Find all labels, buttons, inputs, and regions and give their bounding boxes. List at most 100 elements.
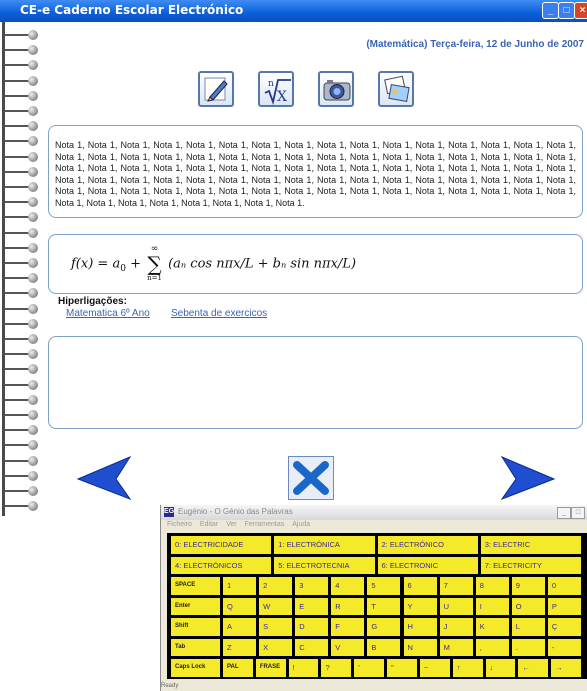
keyboard-key[interactable]: B	[367, 638, 401, 656]
minimize-button[interactable]: _	[542, 2, 559, 19]
keyboard-menu-bar: Ficheiro Editar Ver Ferramentas Ajuda	[161, 521, 587, 531]
keyboard-key[interactable]: E	[295, 597, 329, 615]
keyboard-key[interactable]: 9	[511, 577, 545, 595]
keyboard-key[interactable]: 1	[223, 577, 257, 595]
keyboard-key[interactable]: Q	[223, 597, 257, 615]
keyboard-key[interactable]: 3	[295, 577, 329, 595]
attachments-panel[interactable]	[48, 336, 583, 429]
keyboard-key[interactable]: ?	[321, 659, 352, 677]
spiral-ring-icon	[4, 408, 40, 422]
close-button[interactable]: ×	[574, 2, 587, 19]
keyboard-key[interactable]: 8	[475, 577, 509, 595]
keyboard-key[interactable]: ~	[419, 659, 450, 677]
word-suggestion-key[interactable]: 4: ELECTRÓNICOS	[171, 556, 272, 574]
keyboard-title-bar[interactable]: EG Eugénio - O Génio das Palavras _ □	[161, 505, 587, 520]
keyboard-maximize-button[interactable]: □	[571, 507, 585, 519]
keyboard-key[interactable]: 4	[331, 577, 365, 595]
keyboard-key[interactable]: P	[547, 597, 581, 615]
keyboard-key[interactable]: Z	[223, 638, 257, 656]
keyboard-key[interactable]: J	[439, 618, 473, 636]
spiral-ring-icon	[4, 134, 40, 148]
keyboard-key[interactable]: 0	[547, 577, 581, 595]
keyboard-key[interactable]: 2	[259, 577, 293, 595]
menu-tools[interactable]: Ferramentas	[245, 521, 285, 528]
keyboard-key[interactable]: ↑	[452, 659, 483, 677]
modifier-key[interactable]: Shift	[171, 618, 220, 636]
keyboard-key[interactable]: 6	[403, 577, 437, 595]
keyboard-key[interactable]: I	[475, 597, 509, 615]
keyboard-key[interactable]: 7	[439, 577, 473, 595]
next-page-arrow-icon[interactable]	[500, 455, 556, 501]
keyboard-key[interactable]: ←	[518, 659, 549, 677]
title-bar[interactable]: CE-e Caderno Escolar Electrónico _ □ ×	[0, 0, 587, 22]
keyboard-key[interactable]: Y	[403, 597, 437, 615]
keyboard-key[interactable]: W	[259, 597, 293, 615]
link-sebenta[interactable]: Sebenta de exercicos	[171, 308, 267, 319]
spiral-ring-icon	[4, 28, 40, 42]
link-matematica[interactable]: Matematica 6º Ano	[66, 308, 150, 319]
word-suggestion-key[interactable]: 7: ELECTRICITY	[480, 556, 581, 574]
previous-page-arrow-icon[interactable]	[76, 455, 132, 501]
spiral-ring-icon	[4, 43, 40, 57]
keyboard-key[interactable]: ↓	[485, 659, 516, 677]
keyboard-key[interactable]: X	[259, 638, 293, 656]
keyboard-key[interactable]: !	[288, 659, 319, 677]
keyboard-key[interactable]: R	[331, 597, 365, 615]
modifier-key[interactable]: Tab	[171, 638, 220, 656]
window-title: CE-e Caderno Escolar Electrónico	[20, 3, 244, 17]
keyboard-key[interactable]: .	[511, 638, 545, 656]
menu-view[interactable]: Ver	[226, 521, 237, 528]
spiral-ring-icon	[4, 347, 40, 361]
word-suggestion-key[interactable]: 1: ELECTRÓNICA	[274, 536, 375, 554]
modifier-key[interactable]: Caps Lock	[171, 659, 220, 677]
sigma-symbol: ∑	[147, 252, 162, 276]
modifier-key[interactable]: SPACE	[171, 577, 220, 595]
menu-edit[interactable]: Editar	[200, 521, 218, 528]
keyboard-key[interactable]: L	[511, 618, 545, 636]
keyboard-key[interactable]: F	[331, 618, 365, 636]
keyboard-key[interactable]: -	[547, 638, 581, 656]
word-suggestion-key[interactable]: 0: ELECTRICIDADE	[171, 536, 272, 554]
images-tool-button[interactable]	[378, 71, 414, 107]
keyboard-key[interactable]: 5	[367, 577, 401, 595]
keyboard-key[interactable]: D	[295, 618, 329, 636]
word-suggestion-key[interactable]: 2: ELECTRÓNICO	[377, 536, 478, 554]
keyboard-key[interactable]: T	[367, 597, 401, 615]
keyboard-key[interactable]: →	[551, 659, 581, 677]
keyboard-key[interactable]: K	[475, 618, 509, 636]
maximize-button[interactable]: □	[558, 2, 575, 19]
keyboard-key[interactable]: "	[387, 659, 417, 677]
spiral-ring-icon	[4, 104, 40, 118]
keyboard-key[interactable]: FRASE	[255, 659, 286, 677]
keyboard-key[interactable]: C	[295, 638, 329, 656]
word-suggestion-key[interactable]: 5: ELECTROTECNIA	[274, 556, 375, 574]
word-suggestion-key[interactable]: 3: ELECTRIC	[480, 536, 581, 554]
modifier-key[interactable]: Enter	[171, 597, 220, 615]
formula-body: (aₙ cos nπx/L + bₙ sin nπx/L)	[168, 256, 357, 272]
keyboard-key[interactable]: N	[403, 638, 437, 656]
math-tool-button[interactable]: n X	[258, 71, 294, 107]
keyboard-minimize-button[interactable]: _	[557, 507, 571, 519]
keyboard-key[interactable]: Ç	[547, 618, 581, 636]
notes-text: Nota 1, Nota 1, Nota 1, Nota 1, Nota 1, …	[55, 140, 576, 208]
keyboard-key[interactable]: G	[367, 618, 401, 636]
formula-panel[interactable]: f(x) = a0 + ∞ ∑ n=1 (aₙ cos nπx/L + bₙ s…	[48, 234, 583, 294]
keyboard-key[interactable]: H	[403, 618, 437, 636]
word-suggestion-key[interactable]: 6: ELECTRONIC	[377, 556, 478, 574]
notes-panel[interactable]: Nota 1, Nota 1, Nota 1, Nota 1, Nota 1, …	[48, 125, 583, 218]
keyboard-key[interactable]: U	[439, 597, 473, 615]
menu-file[interactable]: Ficheiro	[167, 521, 192, 528]
menu-help[interactable]: Ajuda	[292, 521, 310, 528]
keyboard-key[interactable]: M	[439, 638, 473, 656]
keyboard-key[interactable]: PAL	[223, 659, 253, 677]
keyboard-title: Eugénio - O Génio das Palavras	[178, 507, 293, 516]
keyboard-key[interactable]: O	[511, 597, 545, 615]
keyboard-key[interactable]: S	[259, 618, 293, 636]
keyboard-key[interactable]: ,	[475, 638, 509, 656]
edit-tool-button[interactable]	[198, 71, 234, 107]
keyboard-key[interactable]: V	[331, 638, 365, 656]
delete-button[interactable]	[288, 456, 334, 500]
camera-tool-button[interactable]	[318, 71, 354, 107]
keyboard-key[interactable]: '	[354, 659, 385, 677]
keyboard-key[interactable]: A	[223, 618, 257, 636]
